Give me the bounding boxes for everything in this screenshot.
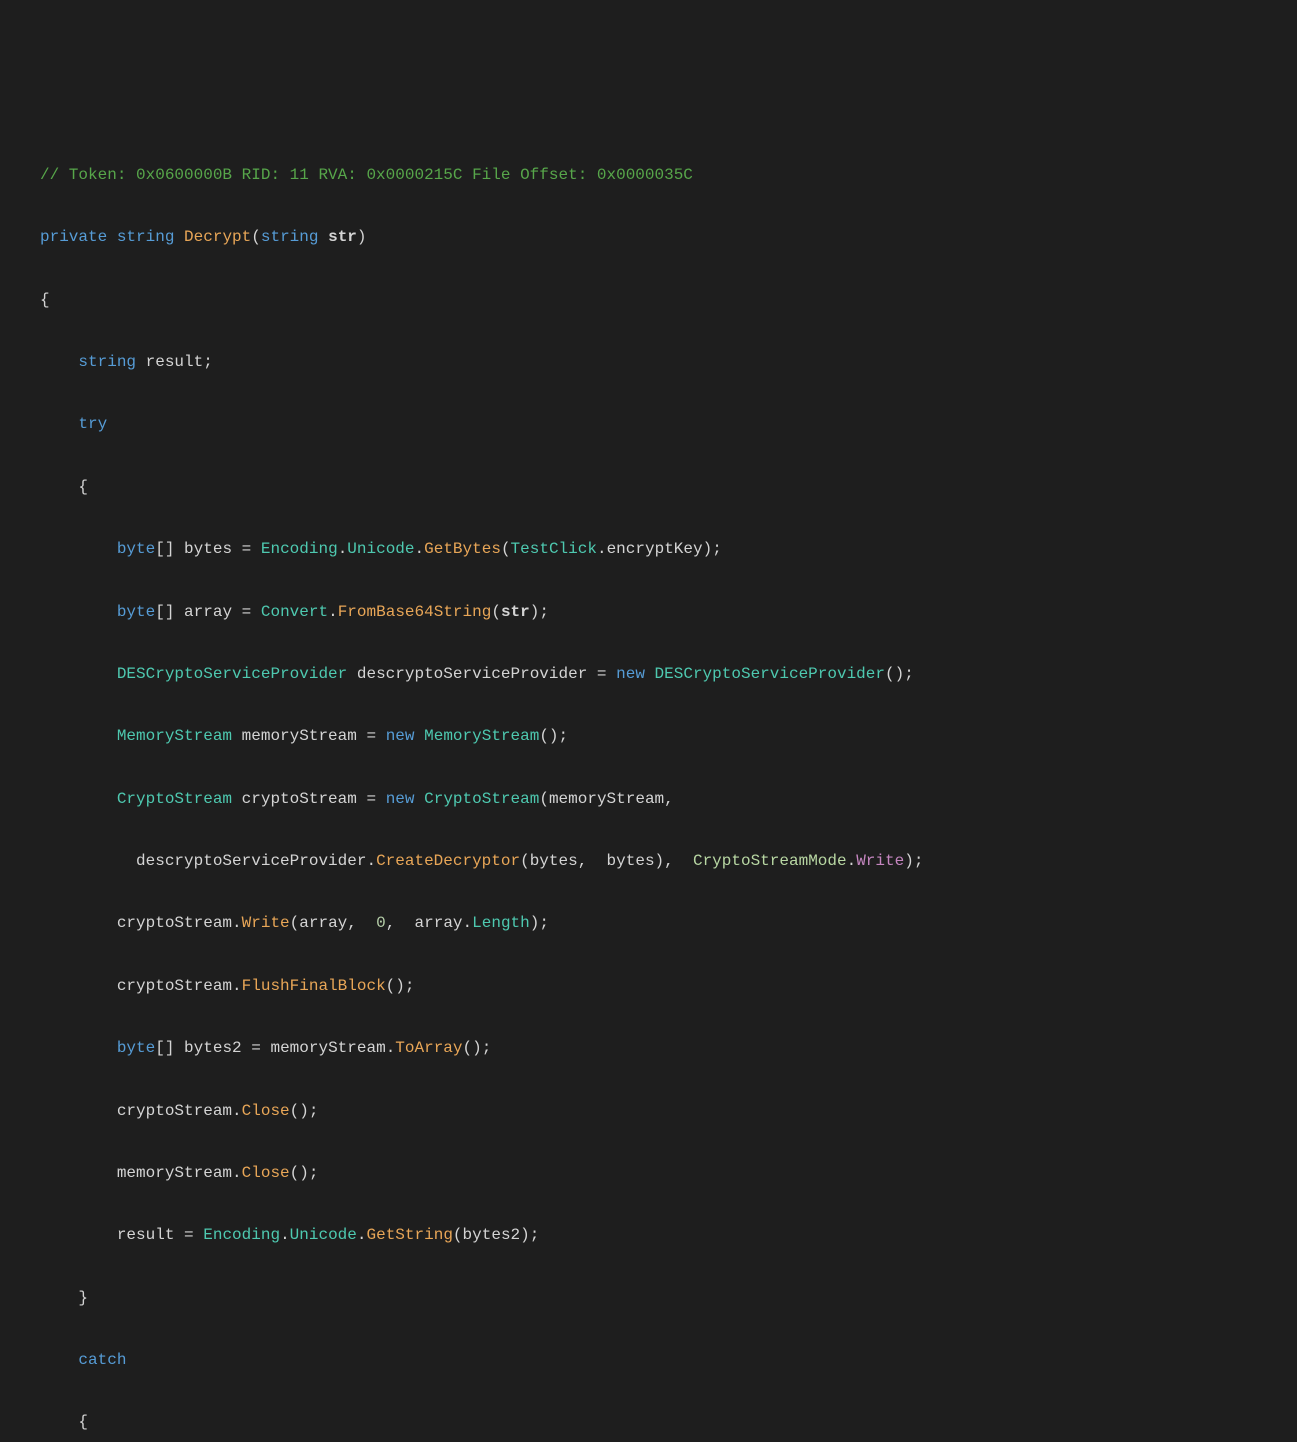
variable-ref: memoryStream [270,1039,385,1057]
variable: memoryStream [242,727,357,745]
code-line: byte[] bytes2 = memoryStream.ToArray(); [40,1033,1297,1064]
prop-unicode: Unicode [290,1226,357,1244]
keyword-string: string [261,228,319,246]
method-createdecryptor: CreateDecryptor [376,852,520,870]
code-line: result = Encoding.Unicode.GetString(byte… [40,1220,1297,1251]
code-line: cryptoStream.FlushFinalBlock(); [40,971,1297,1002]
variable-ref: memoryStream [117,1164,232,1182]
variable-ref: bytes2 [463,1226,521,1244]
code-line: cryptoStream.Write(array, 0, array.Lengt… [40,908,1297,939]
keyword-string: string [117,228,175,246]
param-ref: str [501,603,530,621]
variable: descryptoServiceProvider [357,665,587,683]
method-getstring: GetString [367,1226,453,1244]
keyword-new: new [386,727,415,745]
type-encoding: Encoding [261,540,338,558]
code-line: string result; [40,347,1297,378]
code-editor[interactable]: // Token: 0x0600000B RID: 11 RVA: 0x0000… [0,125,1297,1442]
code-line: try [40,409,1297,440]
code-line: cryptoStream.Close(); [40,1096,1297,1127]
method-toarray: ToArray [395,1039,462,1057]
number-literal: 0 [376,914,386,932]
type-cryptostream: CryptoStream [117,790,232,808]
enum-write: Write [856,852,904,870]
prop-unicode: Unicode [347,540,414,558]
variable-ref: cryptoStream [117,977,232,995]
code-line: descryptoServiceProvider.CreateDecryptor… [40,846,1297,877]
code-line: memoryStream.Close(); [40,1158,1297,1189]
code-line: DESCryptoServiceProvider descryptoServic… [40,659,1297,690]
prop-encryptkey: encryptKey [607,540,703,558]
variable: bytes [184,540,232,558]
type-testclick: TestClick [511,540,597,558]
comment-token: // Token: 0x0600000B RID: 11 RVA: 0x0000… [40,166,693,184]
keyword-byte: byte [117,603,155,621]
keyword-new: new [616,665,645,683]
keyword-byte: byte [117,1039,155,1057]
variable-ref: descryptoServiceProvider [136,852,366,870]
keyword-private: private [40,228,107,246]
variable: cryptoStream [242,790,357,808]
method-write: Write [242,914,290,932]
code-line: byte[] array = Convert.FromBase64String(… [40,597,1297,628]
variable-ref: array [299,914,347,932]
code-line: // Token: 0x0600000B RID: 11 RVA: 0x0000… [40,160,1297,191]
variable-ref: bytes [607,852,655,870]
variable-ref: memoryStream [549,790,664,808]
variable-ref: array [415,914,463,932]
variable-ref: result [117,1226,175,1244]
code-line: { [40,285,1297,316]
type-memstream: MemoryStream [117,727,232,745]
param-name: str [328,228,357,246]
method-getbytes: GetBytes [424,540,501,558]
code-line: MemoryStream memoryStream = new MemorySt… [40,721,1297,752]
method-frombase64: FromBase64String [338,603,492,621]
keyword-catch: catch [78,1351,126,1369]
type-cryptostream: CryptoStream [424,790,539,808]
type-des: DESCryptoServiceProvider [655,665,885,683]
variable-ref: cryptoStream [117,914,232,932]
type-encoding: Encoding [203,1226,280,1244]
code-line: { [40,472,1297,503]
type-convert: Convert [261,603,328,621]
code-line: byte[] bytes = Encoding.Unicode.GetBytes… [40,534,1297,565]
code-line: catch [40,1345,1297,1376]
variable: array [184,603,232,621]
type-cryptomode: CryptoStreamMode [693,852,847,870]
method-flush: FlushFinalBlock [242,977,386,995]
variable: bytes2 [184,1039,242,1057]
variable: result [146,353,204,371]
prop-length: Length [472,914,530,932]
code-line: CryptoStream cryptoStream = new CryptoSt… [40,784,1297,815]
keyword-new: new [386,790,415,808]
type-des: DESCryptoServiceProvider [117,665,347,683]
code-line: } [40,1283,1297,1314]
keyword-string: string [78,353,136,371]
type-memstream: MemoryStream [424,727,539,745]
keyword-try: try [78,415,107,433]
method-name: Decrypt [184,228,251,246]
method-close: Close [242,1102,290,1120]
method-close: Close [242,1164,290,1182]
variable-ref: bytes [530,852,578,870]
variable-ref: cryptoStream [117,1102,232,1120]
keyword-byte: byte [117,540,155,558]
code-line: private string Decrypt(string str) [40,222,1297,253]
code-line: { [40,1407,1297,1438]
